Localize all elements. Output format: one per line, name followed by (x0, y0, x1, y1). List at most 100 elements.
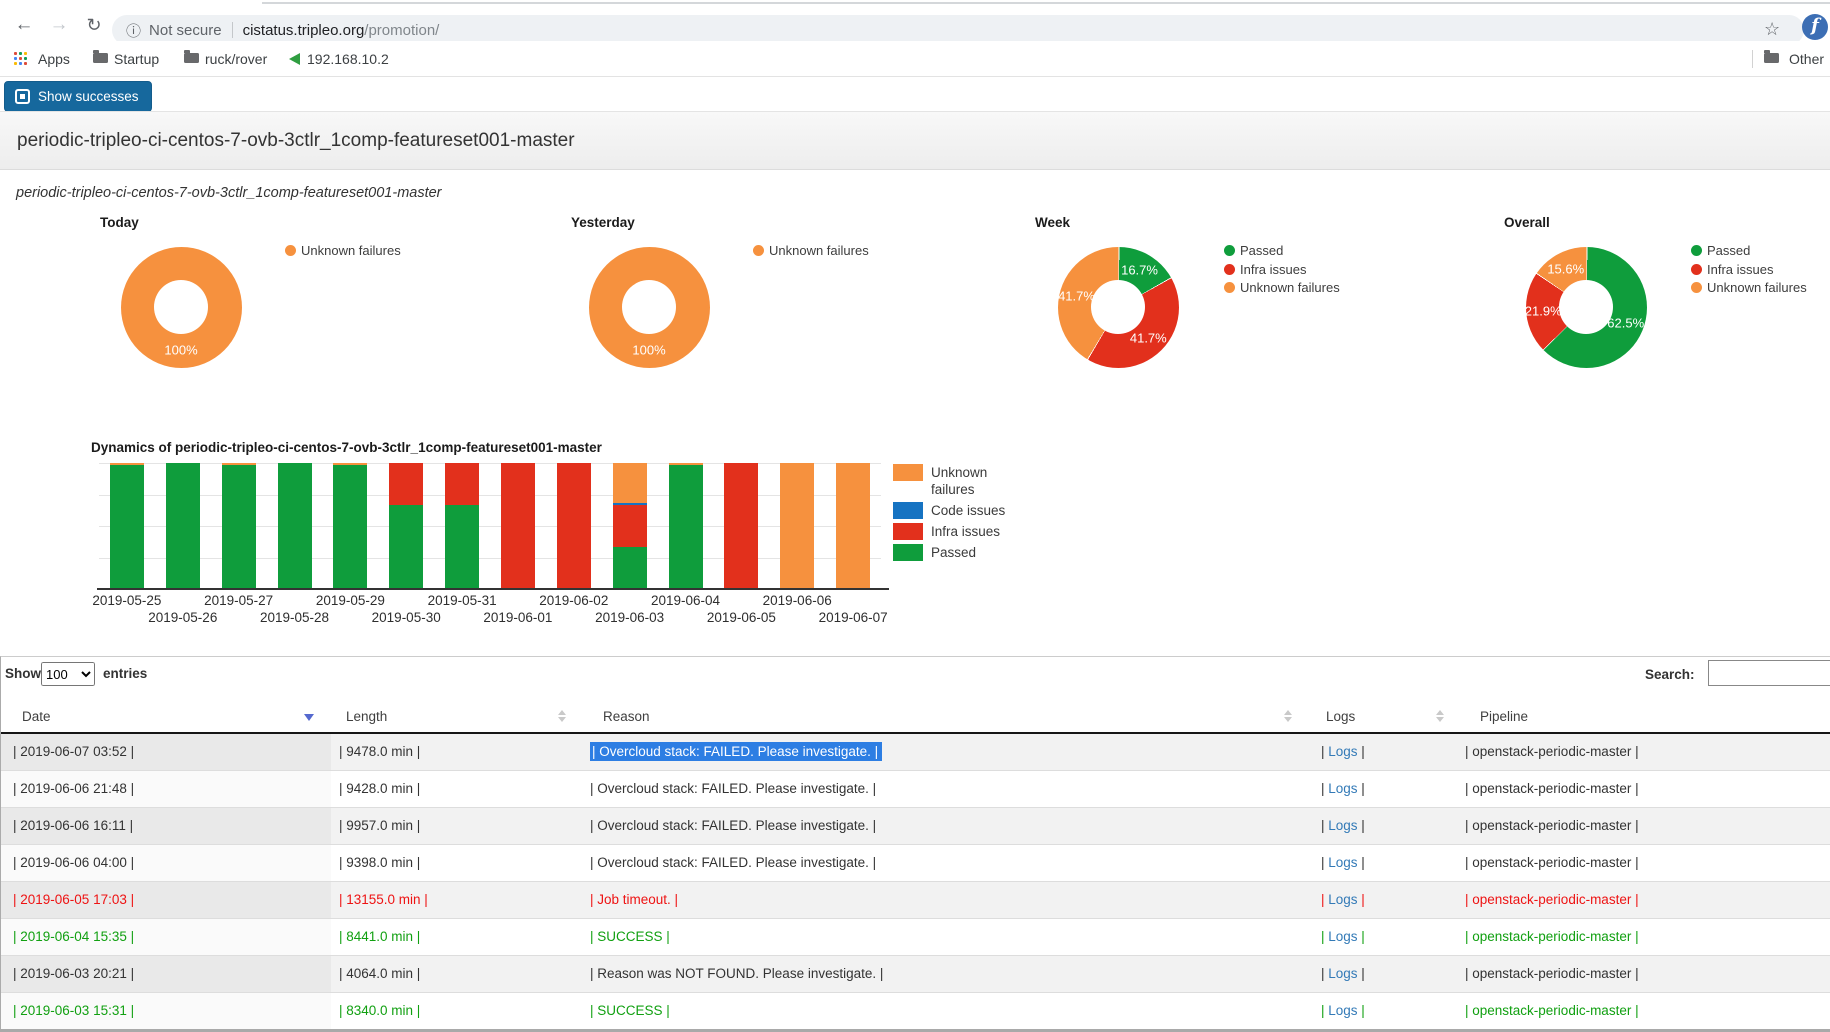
x-axis-label: 2019-06-01 (468, 610, 568, 625)
table-row: | 2019-06-03 20:21 || 4064.0 min || Reas… (1, 956, 1830, 993)
cell-pipeline: | openstack-periodic-master | (1465, 734, 1639, 770)
table-row: | 2019-06-07 03:52 || 9478.0 min || Over… (1, 734, 1830, 771)
delimiter: | (1358, 966, 1365, 981)
cell-reason: | Overcloud stack: FAILED. Please invest… (590, 771, 876, 807)
donut-title-today: Today (100, 215, 139, 230)
x-axis-label: 2019-05-30 (356, 610, 456, 625)
legend-dot (1224, 264, 1235, 275)
bar-segment (222, 465, 256, 589)
cell-logs: | Logs | (1321, 808, 1365, 844)
slice-value-label: 15.6% (1547, 262, 1584, 277)
column-header-length[interactable]: Length (346, 701, 387, 732)
cell-length: | 8340.0 min | (339, 993, 420, 1029)
sort-icon[interactable] (1436, 710, 1444, 722)
cell-logs: | Logs | (1321, 919, 1365, 955)
cell-reason: | SUCCESS | (590, 919, 670, 955)
stacked-bar (780, 463, 814, 589)
cell-length: | 13155.0 min | (339, 882, 428, 918)
x-axis-label: 2019-05-28 (245, 610, 345, 625)
x-axis-label: 2019-05-27 (189, 593, 289, 608)
legend-label: Unknown failures (931, 464, 1013, 498)
legend-dot (1691, 282, 1702, 293)
delimiter: | (1358, 818, 1365, 833)
delimiter: | (1358, 892, 1365, 907)
legend-swatch (893, 502, 923, 519)
logs-link[interactable]: Logs (1328, 781, 1357, 796)
cell-reason: | Overcloud stack: FAILED. Please invest… (590, 845, 876, 881)
logs-link[interactable]: Logs (1328, 966, 1357, 981)
legend-label: Unknown failures (1240, 280, 1340, 295)
cell-date: | 2019-06-04 15:35 | (13, 919, 134, 955)
x-axis-label: 2019-06-04 (636, 593, 736, 608)
bar-chart-plot (99, 463, 881, 589)
legend-label: Unknown failures (1707, 280, 1807, 295)
slice-value-label: 21.9% (1525, 304, 1562, 319)
legend-label: Unknown failures (769, 243, 869, 258)
sort-icon[interactable] (1284, 710, 1292, 722)
logs-link[interactable]: Logs (1328, 855, 1357, 870)
logs-link[interactable]: Logs (1328, 929, 1357, 944)
logs-link[interactable]: Logs (1328, 1003, 1357, 1018)
legend-label: Passed (1707, 243, 1750, 258)
logs-link[interactable]: Logs (1328, 818, 1357, 833)
delimiter: | (1358, 855, 1365, 870)
bar-chart-baseline (97, 588, 889, 590)
stacked-bar (836, 463, 870, 589)
legend-dot (285, 245, 296, 256)
cell-logs: | Logs | (1321, 882, 1365, 918)
cell-logs: | Logs | (1321, 845, 1365, 881)
x-axis-label: 2019-05-29 (300, 593, 400, 608)
slice-value-label: 41.7% (1058, 288, 1095, 303)
sort-desc-icon[interactable] (304, 714, 314, 721)
logs-link[interactable]: Logs (1328, 744, 1357, 759)
delimiter: | (1358, 744, 1365, 759)
bar-segment (613, 547, 647, 589)
cell-date: | 2019-06-05 17:03 | (13, 882, 134, 918)
cell-length: | 9398.0 min | (339, 845, 420, 881)
table-row: | 2019-06-04 15:35 | | 8441.0 min | | SUCC… (1, 919, 1830, 956)
bar-segment (780, 463, 814, 589)
donut-hole (1091, 280, 1145, 334)
bar-segment (669, 465, 703, 589)
delimiter: | (1358, 1003, 1365, 1018)
cell-logs: | Logs | (1321, 771, 1365, 807)
delimiter: | (1358, 929, 1365, 944)
donut-title-overall: Overall (1504, 215, 1550, 230)
bar-segment (110, 465, 144, 589)
slice-value-label: 62.5% (1607, 316, 1644, 331)
column-header-date[interactable]: Date (22, 701, 51, 732)
stacked-bar (613, 463, 647, 589)
x-axis-label: 2019-05-26 (133, 610, 233, 625)
legend-label: Infra issues (931, 523, 1013, 540)
bar-chart-title: Dynamics of periodic-tripleo-ci-centos-7… (91, 440, 602, 455)
legend-label: Passed (1240, 243, 1283, 258)
sort-icon[interactable] (558, 710, 566, 722)
column-header-pipeline[interactable]: Pipeline (1480, 701, 1528, 732)
table-row: | 2019-06-06 04:00 || 9398.0 min || Over… (1, 845, 1830, 882)
logs-link[interactable]: Logs (1328, 892, 1357, 907)
search-input[interactable] (1708, 660, 1830, 686)
cell-date: | 2019-06-06 16:11 | (13, 808, 133, 844)
donut-hole (1559, 280, 1613, 334)
legend-dot (1224, 245, 1235, 256)
legend-dot (1691, 245, 1702, 256)
column-header-reason[interactable]: Reason (603, 701, 650, 732)
bar-segment (445, 463, 479, 505)
stacked-bar (222, 463, 256, 589)
legend-label: Infra issues (1240, 262, 1306, 277)
bar-segment (501, 463, 535, 589)
entries-select[interactable]: 100 (41, 662, 95, 686)
cell-reason: | Reason was NOT FOUND. Please investiga… (590, 956, 883, 992)
cell-length: | 8441.0 min | (339, 919, 420, 955)
legend-label: Unknown failures (301, 243, 401, 258)
column-header-logs[interactable]: Logs (1326, 701, 1355, 732)
bar-segment (278, 463, 312, 589)
stacked-bar (110, 463, 144, 589)
legend-dot (1224, 282, 1235, 293)
bar-segment (613, 463, 647, 503)
table-body: | 2019-06-07 03:52 || 9478.0 min || Over… (1, 734, 1830, 1030)
legend-dot (1691, 264, 1702, 275)
stacked-bar (389, 463, 423, 589)
donut-hole (154, 280, 208, 334)
bar-segment (333, 465, 367, 589)
